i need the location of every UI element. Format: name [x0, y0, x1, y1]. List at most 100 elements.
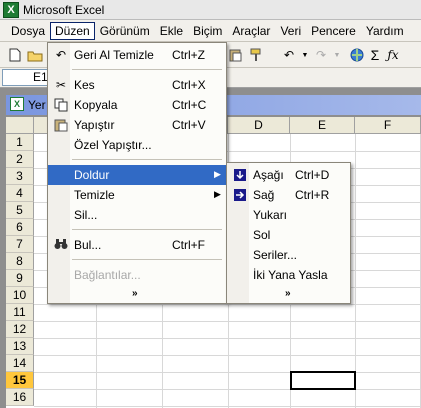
menu-item-label: Doldur: [74, 168, 110, 182]
menu-item-label: Seriler...: [253, 248, 298, 262]
insert-function-icon[interactable]: ƒx: [384, 46, 402, 64]
copy-icon: [54, 98, 68, 112]
fill-right-icon: [233, 188, 247, 202]
submenu-arrow-icon: ▶: [214, 169, 221, 179]
menu-item-label: Sol: [253, 228, 271, 242]
menu-item-label: Temizle: [74, 188, 115, 202]
row-header[interactable]: 14: [6, 355, 34, 372]
paste-icon: [54, 118, 68, 132]
menu-item-label: Kes: [74, 78, 95, 92]
menu-item-fill[interactable]: Doldur ▶: [48, 165, 226, 185]
menu-separator: [72, 229, 222, 230]
new-document-icon[interactable]: [6, 46, 24, 64]
open-folder-icon[interactable]: [26, 46, 44, 64]
menu-item-shortcut: Ctrl+F: [172, 238, 205, 252]
row-header[interactable]: 9: [6, 270, 34, 287]
row-header[interactable]: 1: [6, 134, 34, 151]
menu-item-paste[interactable]: Yapıştır Ctrl+V: [48, 115, 226, 135]
menu-item-label: Bağlantılar...: [74, 268, 141, 282]
row-header[interactable]: 5: [6, 202, 34, 219]
menu-item-fill-right[interactable]: Sağ Ctrl+R: [227, 185, 350, 205]
title-bar: X Microsoft Excel: [0, 0, 421, 20]
scissors-icon: ✂: [55, 78, 67, 92]
row-header[interactable]: 10: [6, 287, 34, 304]
excel-icon: X: [3, 1, 19, 18]
menu-item-paste-special[interactable]: Özel Yapıştır...: [48, 135, 226, 155]
redo-dropdown-icon[interactable]: ▼: [328, 46, 346, 64]
row-header[interactable]: 3: [6, 168, 34, 185]
menu-separator: [72, 69, 222, 70]
expand-menu-icon[interactable]: »: [285, 288, 291, 299]
app-title: Microsoft Excel: [23, 2, 105, 17]
row-header[interactable]: 6: [6, 219, 34, 236]
menu-dosya[interactable]: Dosya: [6, 22, 50, 40]
row-header[interactable]: 12: [6, 321, 34, 338]
gridline: [355, 134, 356, 408]
paste-toolbar-icon[interactable]: [226, 46, 244, 64]
menu-item-label: Bul...: [74, 238, 102, 252]
menu-item-links: Bağlantılar...: [48, 265, 226, 285]
row-header[interactable]: 4: [6, 185, 34, 202]
row-header-selected[interactable]: 15: [6, 372, 34, 389]
hyperlink-icon[interactable]: [348, 46, 366, 64]
menu-item-shortcut: Ctrl+Z: [172, 48, 205, 62]
menu-item-clear[interactable]: Temizle ▶: [48, 185, 226, 205]
menu-item-cut[interactable]: ✂ Kes Ctrl+X: [48, 75, 226, 95]
menu-item-fill-down[interactable]: Aşağı Ctrl+D: [227, 165, 350, 185]
menu-separator: [72, 159, 222, 160]
autosum-icon[interactable]: Σ: [366, 46, 384, 64]
menu-pencere[interactable]: Pencere: [306, 22, 361, 40]
menu-item-find[interactable]: Bul... Ctrl+F: [48, 235, 226, 255]
column-header-f[interactable]: F: [355, 117, 421, 134]
menu-bar: Dosya Düzen Görünüm Ekle Biçim Araçlar V…: [0, 20, 421, 42]
row-header[interactable]: 13: [6, 338, 34, 355]
menu-item-shortcut: Ctrl+X: [172, 78, 206, 92]
menu-item-label: Kopyala: [74, 98, 118, 112]
menu-yardim[interactable]: Yardım: [361, 22, 409, 40]
menu-bicim[interactable]: Biçim: [188, 22, 227, 40]
workbook-title: Yer: [28, 98, 46, 112]
binoculars-icon: [54, 238, 68, 252]
menu-item-copy[interactable]: Kopyala Ctrl+C: [48, 95, 226, 115]
menu-item-undo[interactable]: ↶ Geri Al Temizle Ctrl+Z: [48, 45, 226, 65]
format-painter-icon[interactable]: [248, 46, 266, 64]
menu-item-delete[interactable]: Sil...: [48, 205, 226, 225]
menu-item-label: Aşağı: [253, 168, 284, 182]
menu-item-fill-series[interactable]: Seriler...: [227, 245, 350, 265]
menu-item-label: Sağ: [253, 188, 275, 202]
fill-down-icon: [233, 168, 247, 182]
menu-item-shortcut: Ctrl+C: [172, 98, 207, 112]
menu-item-fill-left[interactable]: Sol: [227, 225, 350, 245]
select-all-corner[interactable]: [6, 117, 34, 134]
menu-ekle[interactable]: Ekle: [155, 22, 188, 40]
row-header[interactable]: 16: [6, 389, 34, 406]
undo-icon: ↶: [55, 48, 67, 62]
active-cell[interactable]: [290, 371, 356, 390]
fill-submenu: Aşağı Ctrl+D Sağ Ctrl+R Yukarı Sol Seril…: [226, 162, 351, 304]
column-header-d[interactable]: D: [228, 117, 290, 134]
menu-araclar[interactable]: Araçlar: [227, 22, 275, 40]
menu-item-shortcut: Ctrl+D: [295, 168, 330, 182]
row-header[interactable]: 8: [6, 253, 34, 270]
workbook-icon: X: [10, 97, 24, 111]
menu-item-fill-up[interactable]: Yukarı: [227, 205, 350, 225]
menu-item-label: İki Yana Yasla: [253, 268, 328, 282]
menu-item-label: Yapıştır: [74, 118, 115, 132]
menu-duzen[interactable]: Düzen: [50, 21, 95, 40]
menu-item-label: Özel Yapıştır...: [74, 138, 152, 152]
menu-item-label: Yukarı: [253, 208, 288, 222]
row-header[interactable]: 7: [6, 236, 34, 253]
row-header[interactable]: 2: [6, 151, 34, 168]
menu-item-justify[interactable]: İki Yana Yasla: [227, 265, 350, 285]
submenu-arrow-icon: ▶: [214, 189, 221, 199]
menu-item-shortcut: Ctrl+V: [172, 118, 206, 132]
menu-item-label: Sil...: [74, 208, 98, 222]
row-header[interactable]: 11: [6, 304, 34, 321]
expand-menu-icon[interactable]: »: [132, 288, 138, 299]
menu-item-label: Geri Al Temizle: [74, 48, 154, 62]
column-header-e[interactable]: E: [290, 117, 355, 134]
menu-item-shortcut: Ctrl+R: [295, 188, 330, 202]
menu-gorunum[interactable]: Görünüm: [95, 22, 155, 40]
edit-menu: ↶ Geri Al Temizle Ctrl+Z ✂ Kes Ctrl+X Ko…: [47, 42, 227, 304]
menu-veri[interactable]: Veri: [275, 22, 306, 40]
